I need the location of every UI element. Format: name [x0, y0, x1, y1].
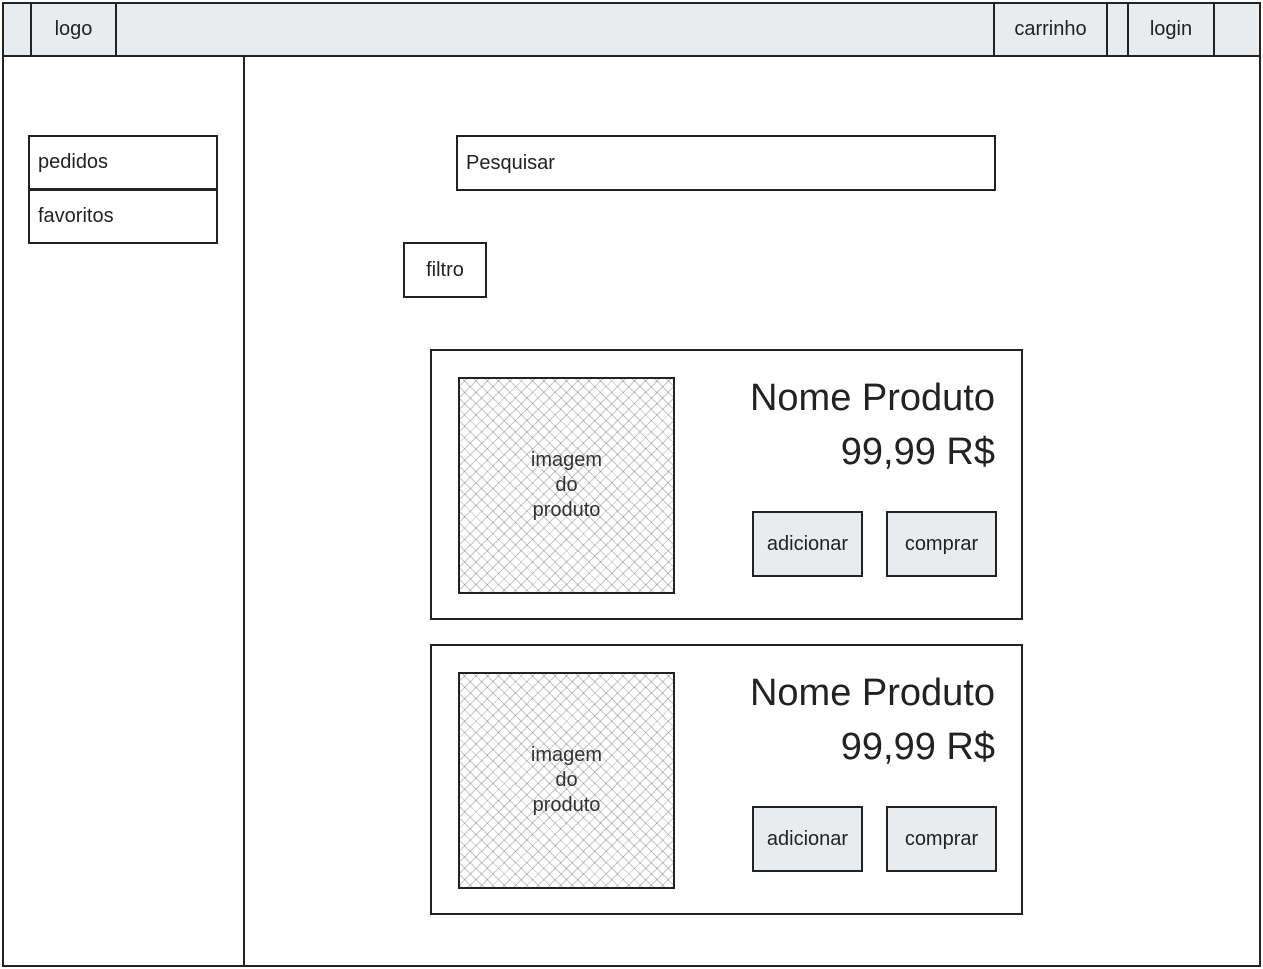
product-image-label-line3: produto: [532, 499, 601, 521]
product-image-label-line3: produto: [532, 794, 601, 816]
logo[interactable]: logo: [30, 2, 117, 57]
topbar-right-spacer: [1213, 2, 1261, 57]
product-name: Nome Produto: [749, 377, 995, 419]
filter-button[interactable]: filtro: [403, 242, 487, 298]
product-name: Nome Produto: [749, 672, 995, 714]
buy-button[interactable]: comprar: [886, 511, 997, 577]
cart-button[interactable]: carrinho: [993, 2, 1108, 57]
login-button[interactable]: login: [1127, 2, 1215, 57]
topbar-left-spacer: [2, 2, 32, 57]
add-to-cart-button[interactable]: adicionar: [752, 806, 863, 872]
sidebar-item-orders[interactable]: pedidos: [28, 135, 218, 190]
add-to-cart-button[interactable]: adicionar: [752, 511, 863, 577]
product-image-label-line2: do: [555, 474, 578, 496]
product-card: imagem do produto Nome Produto 99,99 R$ …: [430, 349, 1023, 620]
product-image[interactable]: imagem do produto: [458, 377, 675, 594]
sidebar-item-favorites[interactable]: favoritos: [28, 189, 218, 244]
search-input[interactable]: Pesquisar: [456, 135, 996, 191]
buy-button[interactable]: comprar: [886, 806, 997, 872]
product-price: 99,99 R$: [840, 726, 995, 768]
product-image-label-line1: imagem: [530, 449, 603, 471]
product-image[interactable]: imagem do produto: [458, 672, 675, 889]
product-image-label-line2: do: [555, 769, 578, 791]
product-card: imagem do produto Nome Produto 99,99 R$ …: [430, 644, 1023, 915]
product-image-label-line1: imagem: [530, 744, 603, 766]
topbar-spacer: [1106, 2, 1129, 57]
product-price: 99,99 R$: [840, 431, 995, 473]
